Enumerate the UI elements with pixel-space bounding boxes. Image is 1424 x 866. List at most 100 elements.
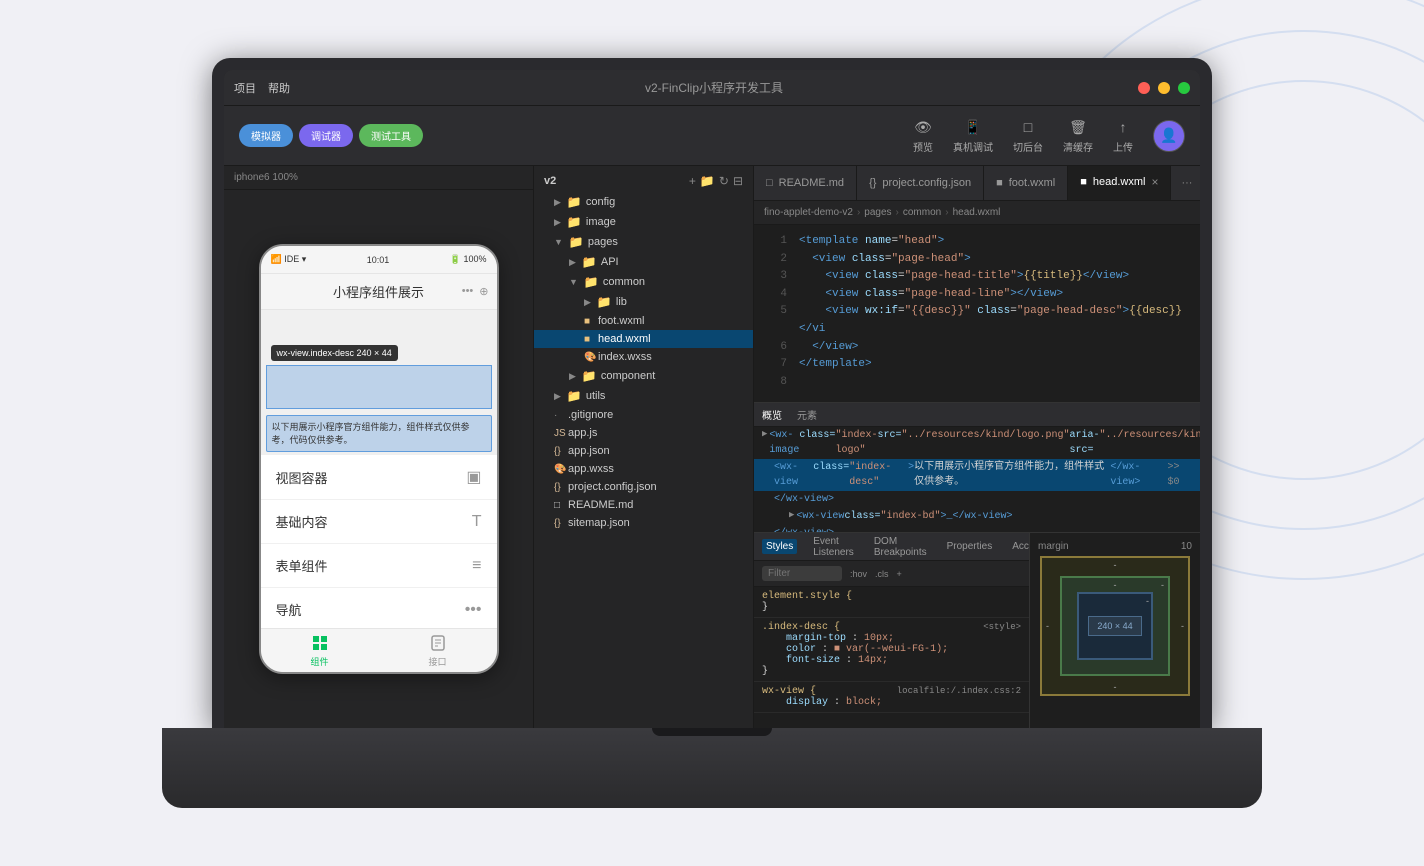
line-number: 1 — [762, 233, 787, 251]
sim-zoom-label: 100% — [272, 172, 298, 183]
cut-icon: □ — [1018, 117, 1038, 137]
new-folder-icon[interactable]: 📁 — [700, 174, 715, 188]
styles-tab-props[interactable]: Properties — [943, 539, 997, 554]
style-source[interactable]: <style> — [983, 622, 1021, 632]
menu-item-help[interactable]: 帮助 — [268, 80, 290, 96]
tree-item-common[interactable]: ▼ 📁 common — [534, 272, 753, 292]
dom-tab-overview[interactable]: 概览 — [762, 407, 782, 422]
prop-name: font-size — [774, 655, 840, 666]
title-bar: 项目 帮助 v2-FinClip小程序开发工具 — [224, 70, 1200, 106]
action-upload[interactable]: ↑ 上传 — [1113, 117, 1133, 154]
tab-test[interactable]: 测试工具 — [359, 124, 423, 147]
tree-arrow: ▶ — [554, 217, 561, 228]
upload-icon: ↑ — [1113, 117, 1133, 137]
tab-simulator[interactable]: 模拟器 — [239, 124, 293, 147]
dom-arrow[interactable]: ▶ — [789, 509, 794, 523]
close-tab-icon[interactable]: × — [1151, 176, 1158, 188]
tree-item-index-wxss[interactable]: 🎨 index.wxss — [534, 348, 753, 366]
maximize-button[interactable] — [1178, 82, 1190, 94]
action-cut[interactable]: □ 切后台 — [1013, 117, 1043, 154]
tree-item-readme[interactable]: □ README.md — [534, 496, 753, 514]
tab-project-config[interactable]: {} project.config.json — [857, 166, 984, 200]
tree-item-app-json[interactable]: {} app.json — [534, 442, 753, 460]
action-realtest-label: 真机调试 — [953, 139, 993, 154]
tree-item-foot-wxml[interactable]: ■ foot.wxml — [534, 312, 753, 330]
breadcrumb-item-1[interactable]: pages — [864, 207, 891, 218]
add-badge[interactable]: + — [897, 569, 902, 579]
tree-item-lib[interactable]: ▶ 📁 lib — [534, 292, 753, 312]
menu-item-project[interactable]: 项目 — [234, 80, 256, 96]
tree-item-project-config[interactable]: {} project.config.json — [534, 478, 753, 496]
tree-item-utils[interactable]: ▶ 📁 utils — [534, 386, 753, 406]
close-button[interactable] — [1138, 82, 1150, 94]
breadcrumb-item-3[interactable]: head.wxml — [953, 207, 1001, 218]
tree-item-sitemap[interactable]: {} sitemap.json — [534, 514, 753, 532]
dom-line-0: ▶ <wx-image class="index-logo" src="../r… — [754, 427, 1200, 459]
line-number: 4 — [762, 286, 787, 304]
sim-menu-item-3[interactable]: 导航 ••• — [261, 588, 497, 628]
cls-badge[interactable]: .cls — [875, 569, 889, 579]
action-realtest[interactable]: 📱 真机调试 — [953, 117, 993, 154]
dom-tab-elements[interactable]: 元素 — [797, 407, 817, 422]
more-tabs[interactable]: ··· — [1171, 166, 1200, 200]
sim-menu-item-0[interactable]: 视图容器 ▣ — [261, 455, 497, 500]
styles-rule-2: wx-view { localfile:/.index.css:2 displa… — [754, 682, 1029, 713]
dom-line-4: </wx-view> — [754, 525, 1200, 533]
minimize-button[interactable] — [1158, 82, 1170, 94]
dom-arrow[interactable]: ▶ — [762, 428, 767, 442]
tree-item-api[interactable]: ▶ 📁 API — [534, 252, 753, 272]
styles-tab-dom[interactable]: DOM Breakpoints — [870, 534, 931, 560]
tab-foot-wxml[interactable]: ■ foot.wxml — [984, 166, 1068, 200]
tab-debugger[interactable]: 调试器 — [299, 124, 353, 147]
tree-item-app-wxss[interactable]: 🎨 app.wxss — [534, 460, 753, 478]
tree-item-app-js[interactable]: JS app.js — [534, 424, 753, 442]
action-preview[interactable]: 👁 预览 — [913, 117, 933, 154]
style-source[interactable]: localfile:/.index.css:2 — [897, 686, 1021, 696]
sim-menu-icon-0: ▣ — [466, 467, 481, 487]
sim-footer-tab-0[interactable]: 组件 — [261, 629, 379, 672]
sim-tooltip: wx-view.index-desc 240 × 44 — [271, 345, 398, 361]
styles-tab-event[interactable]: Event Listeners — [809, 534, 858, 560]
sim-phone-footer: 组件 — [261, 628, 497, 672]
code-editor[interactable]: 1 <template name="head"> 2 <view class="… — [754, 225, 1200, 402]
bottom-panels: 概览 元素 ▶ <wx-image class="index-logo" src… — [754, 402, 1200, 728]
sim-menu-item-1[interactable]: 基础内容 T — [261, 500, 497, 544]
sim-menu-item-2[interactable]: 表单组件 ≡ — [261, 544, 497, 588]
styles-rule-0: element.style { } — [754, 587, 1029, 618]
line-number: 5 — [762, 303, 787, 321]
tab-icon: ■ — [996, 177, 1003, 189]
tree-item-gitignore[interactable]: · .gitignore — [534, 406, 753, 424]
tree-item-component[interactable]: ▶ 📁 component — [534, 366, 753, 386]
line-number: 2 — [762, 251, 787, 269]
collapse-icon[interactable]: ⊟ — [733, 174, 743, 188]
tree-item-image[interactable]: ▶ 📁 image — [534, 212, 753, 232]
tree-item-config[interactable]: ▶ 📁 config — [534, 192, 753, 212]
breadcrumb-item-2[interactable]: common — [903, 207, 941, 218]
box-model-border: - - - 240 × 44 — [1060, 576, 1170, 676]
refresh-icon[interactable]: ↻ — [719, 174, 729, 188]
styles-filter-input[interactable] — [762, 566, 842, 581]
styles-tab-access[interactable]: Accessibility — [1008, 539, 1030, 554]
action-clearcache[interactable]: 🗑 清缓存 — [1063, 117, 1093, 154]
simulator-header: iphone6 100% — [224, 166, 533, 190]
sim-status-time: 10:01 — [367, 255, 390, 265]
breadcrumb-item-0[interactable]: fino-applet-demo-v2 — [764, 207, 853, 218]
new-file-icon[interactable]: + — [689, 174, 696, 188]
line-number: 7 — [762, 356, 787, 374]
tab-readme[interactable]: □ README.md — [754, 166, 857, 200]
sim-selected-element — [266, 365, 492, 409]
tree-item-pages[interactable]: ▼ 📁 pages — [534, 232, 753, 252]
sim-footer-tab-1[interactable]: 接口 — [379, 629, 497, 672]
tree-item-head-wxml[interactable]: ■ head.wxml — [534, 330, 753, 348]
sim-menu-label-2: 表单组件 — [276, 556, 328, 575]
styles-tab-styles[interactable]: Styles — [762, 539, 797, 554]
eye-icon: 👁 — [913, 117, 933, 137]
code-line-6: 6 </view> — [754, 339, 1200, 357]
styles-panel: Styles Event Listeners DOM Breakpoints P… — [754, 533, 1200, 728]
user-avatar[interactable]: 👤 — [1153, 120, 1185, 152]
margin-top-val: - — [1114, 560, 1117, 570]
folder-icon: 📁 — [597, 295, 612, 309]
tab-head-wxml[interactable]: ■ head.wxml × — [1068, 166, 1171, 200]
hover-badge[interactable]: :hov — [850, 569, 867, 579]
tab-label: project.config.json — [882, 177, 971, 189]
